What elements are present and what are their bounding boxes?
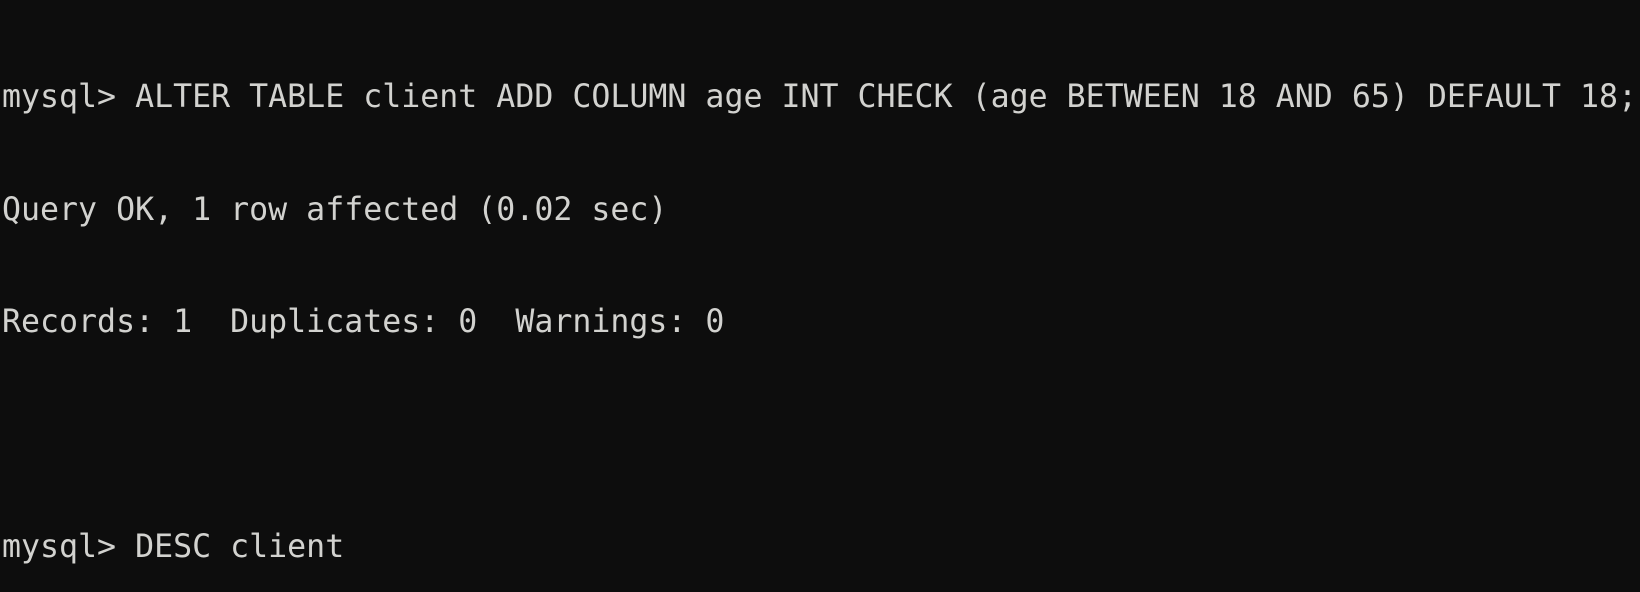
terminal-line-query-ok: Query OK, 1 row affected (0.02 sec) [2, 191, 668, 228]
terminal-output-pane[interactable]: mysql> ALTER TABLE client ADD COLUMN age… [0, 0, 1640, 592]
terminal-line-records-duplicates-warnings: Records: 1 Duplicates: 0 Warnings: 0 [2, 304, 725, 340]
terminal-line-command-alter-table: mysql> ALTER TABLE client ADD COLUMN age… [2, 79, 1638, 115]
terminal-line-command-desc-client: mysql> DESC client [2, 529, 345, 565]
